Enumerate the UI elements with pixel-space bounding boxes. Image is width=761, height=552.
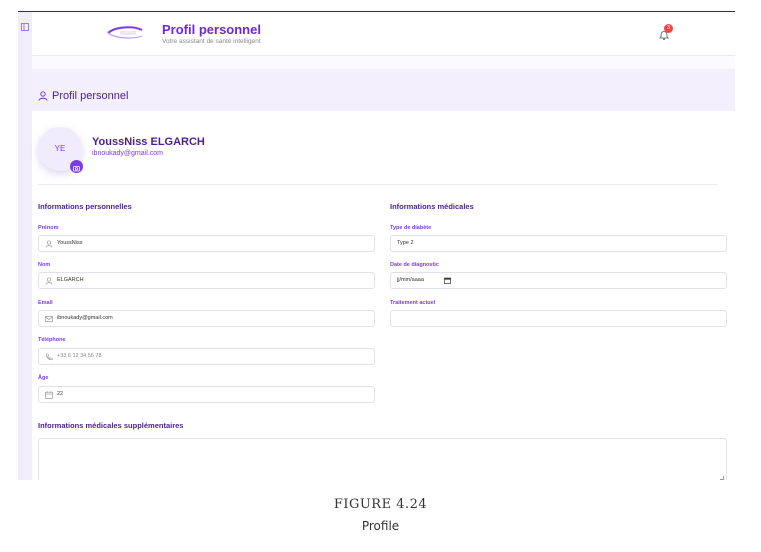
sidebar-toggle-icon[interactable]: [18, 20, 32, 34]
telephone-label: Téléphone: [38, 337, 66, 343]
nom-value: ELGARCH: [57, 277, 84, 283]
treatment-field[interactable]: [390, 310, 727, 327]
email-label: Email: [38, 300, 53, 306]
divider: [38, 184, 718, 185]
medical-info-title: Informations médicales: [390, 202, 474, 211]
calendar-picker-icon[interactable]: [444, 277, 451, 284]
app-logo-icon: [107, 26, 143, 39]
camera-icon: [73, 166, 80, 172]
age-field[interactable]: 22: [38, 386, 375, 403]
prenom-label: Prénom: [38, 225, 59, 231]
user-icon: [45, 240, 53, 248]
email-value: ibnoukady@gmail.com: [57, 315, 113, 321]
phone-icon: [46, 353, 53, 361]
app-title: Profil personnel: [162, 22, 261, 37]
main-content: Profil personnel YE YoussNiss ELGARCH ib…: [32, 56, 735, 480]
diabetes-type-value: Type 2: [397, 240, 414, 246]
diabetes-type-field[interactable]: Type 2: [390, 235, 727, 252]
prenom-field[interactable]: YoussNiss: [38, 235, 375, 252]
prenom-value: YoussNiss: [57, 240, 83, 246]
user-email: ibnoukady@gmail.com: [92, 150, 163, 157]
sidebar-collapsed: [18, 12, 32, 480]
user-icon: [45, 277, 53, 285]
app-header: Profil personnel Votre assistant de sant…: [32, 12, 735, 56]
telephone-field[interactable]: +33 6 12 34 56 78: [38, 348, 375, 365]
user-name: YoussNiss ELGARCH: [92, 136, 205, 148]
personal-info-title: Informations personnelles: [38, 202, 132, 211]
treatment-label: Traitement actuel: [390, 300, 436, 306]
age-value: 22: [57, 391, 64, 397]
extra-medical-title: Informations médicales supplémentaires: [38, 421, 184, 430]
mail-icon: [45, 316, 53, 322]
profile-card: Profil personnel YE YoussNiss ELGARCH ib…: [32, 69, 735, 480]
resize-handle[interactable]: [720, 476, 724, 480]
calendar-icon: [45, 391, 53, 399]
nom-label: Nom: [38, 262, 51, 268]
notification-badge: 3: [664, 24, 673, 33]
change-photo-button[interactable]: [70, 160, 83, 173]
diagnosis-date-field[interactable]: jj/mm/aaaa: [390, 272, 727, 289]
diagnosis-date-label: Date de diagnostic: [390, 262, 439, 268]
nom-field[interactable]: ELGARCH: [38, 272, 375, 289]
user-icon: [38, 91, 48, 101]
telephone-placeholder: +33 6 12 34 56 78: [57, 353, 102, 359]
app-subtitle: Votre assistant de santé intelligent: [162, 38, 261, 45]
figure-number: FIGURE 4.24: [333, 497, 428, 512]
diabetes-type-label: Type de diabète: [390, 225, 432, 231]
diagnosis-date-placeholder: jj/mm/aaaa: [397, 277, 424, 283]
card-title: Profil personnel: [52, 90, 129, 102]
app-window: Profil personnel Votre assistant de sant…: [18, 12, 735, 480]
age-label: Âge: [38, 375, 49, 381]
figure-caption: Profile: [361, 519, 400, 533]
extra-medical-textarea[interactable]: [38, 438, 727, 480]
card-header: Profil personnel: [32, 69, 735, 111]
email-field[interactable]: ibnoukady@gmail.com: [38, 310, 375, 327]
